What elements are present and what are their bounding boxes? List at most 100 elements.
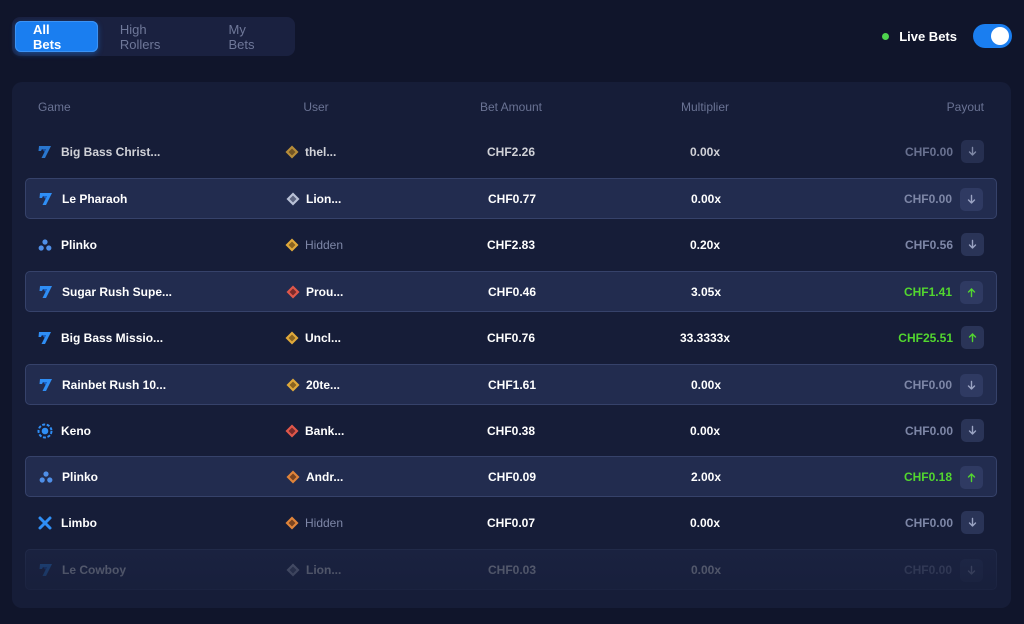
plinko-icon — [37, 237, 53, 253]
game-cell[interactable]: Big Bass Christ... — [37, 131, 160, 172]
user-cell[interactable]: Uncl... — [285, 317, 341, 358]
game-name: Keno — [61, 423, 91, 438]
payout: CHF1.41 — [903, 284, 952, 299]
seven-icon — [37, 330, 53, 346]
tab-all-bets[interactable]: All Bets — [15, 21, 98, 52]
header-payout: Payout — [946, 100, 984, 114]
arrow-down-icon[interactable] — [960, 374, 983, 397]
table-row[interactable]: Rainbet Rush 10... 20te... CHF1.61 0.00x CHF… — [25, 364, 997, 405]
bet-amount: CHF0.03 — [487, 562, 537, 577]
game-name: Plinko — [62, 469, 99, 484]
live-bets-widget: All Bets High Rollers My Bets Live Bets … — [0, 0, 1024, 624]
gold-rank-icon — [285, 145, 299, 159]
live-bets-toggle[interactable] — [973, 24, 1012, 48]
multiplier: 0.00x — [690, 191, 722, 206]
header-user: User — [303, 100, 329, 114]
arrow-down-icon[interactable] — [961, 419, 984, 442]
payout: CHF0.00 — [904, 144, 953, 159]
gold-rank-icon — [286, 378, 300, 392]
user-cell[interactable]: Lion... — [286, 550, 341, 589]
seven-icon — [37, 144, 53, 160]
table-row[interactable]: Le Pharaoh Lion... CHF0.77 0.00x CHF0.00 — [25, 178, 997, 219]
user-cell[interactable]: Andr... — [286, 457, 343, 496]
table-row[interactable]: Limbo Hidden CHF0.07 0.00x CHF0.00 — [25, 502, 997, 543]
multiplier: 33.3333x — [679, 330, 731, 345]
header-bet-amount: Bet Amount — [479, 100, 543, 114]
bet-amount: CHF0.38 — [486, 423, 536, 438]
multiplier: 0.00x — [690, 562, 722, 577]
multiplier: 0.00x — [689, 423, 721, 438]
arrow-up-icon[interactable] — [961, 326, 984, 349]
game-cell[interactable]: Le Pharaoh — [38, 179, 127, 218]
table-row[interactable]: Plinko Andr... CHF0.09 2.00x CHF0.18 — [25, 456, 997, 497]
game-name: Le Pharaoh — [62, 191, 128, 206]
user-name: Prou... — [306, 284, 344, 299]
payout: CHF0.56 — [904, 237, 953, 252]
arrow-down-icon[interactable] — [961, 511, 984, 534]
bet-amount: CHF1.61 — [487, 377, 537, 392]
game-cell[interactable]: Big Bass Missio... — [37, 317, 163, 358]
user-name: Hidden — [305, 237, 344, 252]
seven-icon — [38, 284, 54, 300]
game-cell[interactable]: Plinko — [38, 457, 98, 496]
game-name: Big Bass Missio... — [61, 330, 164, 345]
bets-tabs: All Bets High Rollers My Bets — [12, 17, 295, 56]
user-cell[interactable]: Bank... — [285, 410, 344, 451]
game-name: Le Cowboy — [62, 562, 127, 577]
header-multiplier: Multiplier — [680, 100, 730, 114]
table-row[interactable]: Le Cowboy Lion... CHF0.03 0.00x CHF0.00 — [25, 549, 997, 590]
bronze-rank-icon — [286, 470, 300, 484]
game-name: Plinko — [61, 237, 98, 252]
payout: CHF0.00 — [903, 191, 952, 206]
payout: CHF0.00 — [904, 423, 953, 438]
plinko-icon — [38, 469, 54, 485]
user-cell[interactable]: thel... — [285, 131, 336, 172]
game-name: Rainbet Rush 10... — [62, 377, 167, 392]
game-name: Big Bass Christ... — [61, 144, 161, 159]
table-row[interactable]: Sugar Rush Supe... Prou... CHF0.46 3.05x CHF… — [25, 271, 997, 312]
tab-high-rollers[interactable]: High Rollers — [102, 21, 207, 52]
game-cell[interactable]: Plinko — [37, 224, 97, 265]
arrow-down-icon[interactable] — [961, 140, 984, 163]
game-cell[interactable]: Limbo — [37, 502, 97, 543]
game-cell[interactable]: Rainbet Rush 10... — [38, 365, 166, 404]
user-cell[interactable]: Hidden — [285, 502, 343, 543]
table-row[interactable]: Keno Bank... CHF0.38 0.00x CHF0.00 — [25, 410, 997, 451]
user-name: Andr... — [306, 469, 344, 484]
multiplier: 0.00x — [690, 377, 722, 392]
table-row[interactable]: Big Bass Christ... thel... CHF2.26 0.00x CHF… — [25, 131, 997, 172]
game-name: Limbo — [61, 515, 97, 530]
game-cell[interactable]: Le Cowboy — [38, 550, 126, 589]
table-row[interactable]: Plinko Hidden CHF2.83 0.20x CHF0.56 — [25, 224, 997, 265]
arrow-up-icon[interactable] — [960, 281, 983, 304]
user-name: thel... — [305, 144, 337, 159]
silver-rank-icon — [286, 563, 300, 577]
user-name: Lion... — [306, 562, 342, 577]
user-cell[interactable]: Prou... — [286, 272, 343, 311]
game-cell[interactable]: Keno — [37, 410, 91, 451]
bet-amount: CHF0.09 — [487, 469, 537, 484]
user-cell[interactable]: Hidden — [285, 224, 343, 265]
payout: CHF0.00 — [903, 562, 952, 577]
seven-icon — [38, 562, 54, 578]
bet-amount: CHF2.26 — [486, 144, 536, 159]
table-row[interactable]: Big Bass Missio... Uncl... CHF0.76 33.3333x… — [25, 317, 997, 358]
user-cell[interactable]: Lion... — [286, 179, 341, 218]
live-bets-label: Live Bets — [899, 28, 957, 44]
user-name: Uncl... — [305, 330, 342, 345]
payout: CHF0.00 — [904, 515, 953, 530]
user-name: Hidden — [305, 515, 344, 530]
multiplier: 0.00x — [689, 144, 721, 159]
arrow-up-icon[interactable] — [960, 466, 983, 489]
bets-table: Game User Bet Amount Multiplier Payout B… — [12, 82, 1011, 608]
bronze-rank-icon — [285, 516, 299, 530]
table-header: Game User Bet Amount Multiplier Payout — [12, 82, 1011, 132]
user-cell[interactable]: 20te... — [286, 365, 340, 404]
keno-icon — [37, 423, 53, 439]
arrow-down-icon[interactable] — [960, 188, 983, 211]
game-cell[interactable]: Sugar Rush Supe... — [38, 272, 172, 311]
seven-icon — [38, 377, 54, 393]
arrow-down-icon[interactable] — [960, 559, 983, 582]
tab-my-bets[interactable]: My Bets — [211, 21, 293, 52]
arrow-down-icon[interactable] — [961, 233, 984, 256]
